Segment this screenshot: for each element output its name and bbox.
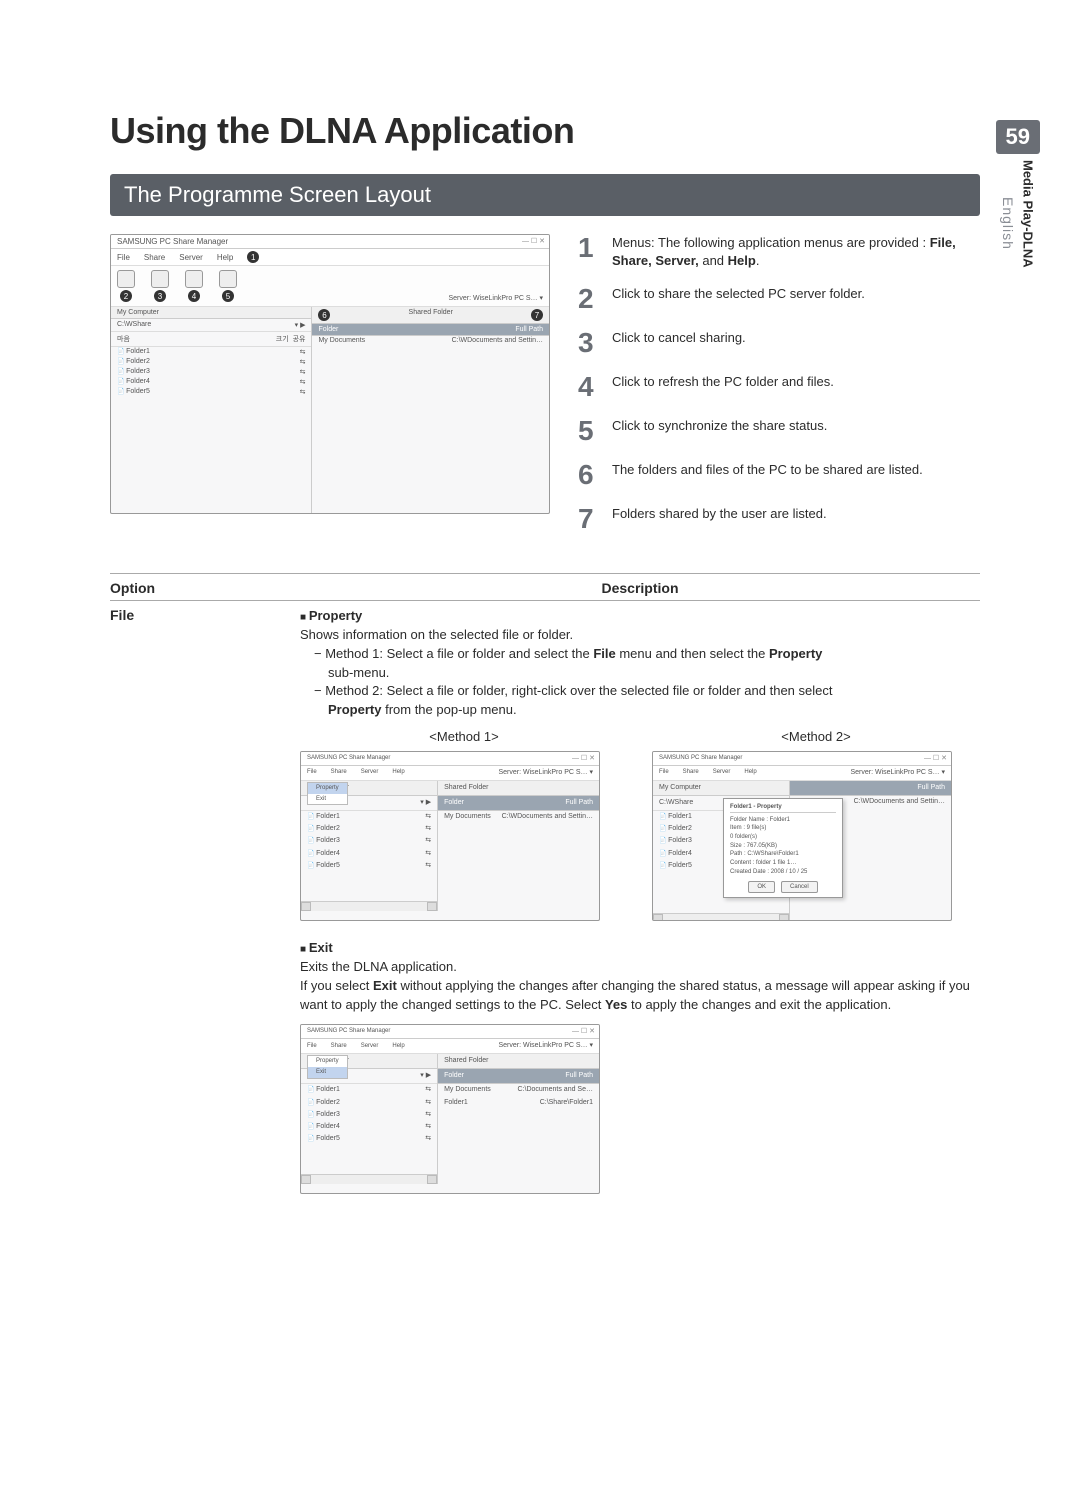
popup-ok-button: OK (748, 881, 775, 894)
callout-number: 2 (578, 285, 600, 313)
callout-badge-4: 4 (188, 290, 200, 302)
file-menu-dropdown: Property Exit (307, 1055, 348, 1078)
property-method-1: − Method 1: Select a file or folder and … (300, 645, 980, 664)
share-icon (117, 270, 135, 288)
callout-number: 1 (578, 234, 600, 269)
folder-row: Folder5 (117, 388, 150, 396)
callout-badge-5: 5 (222, 290, 234, 302)
shared-folder-path: C:\WDocuments and Settin… (452, 337, 543, 344)
method1-label: <Method 1> (300, 728, 628, 747)
callout-number: 3 (578, 329, 600, 357)
file-menu-dropdown: Property Exit (307, 782, 348, 805)
window-controls-icon: — ☐ ✕ (522, 237, 545, 245)
popup-cancel-button: Cancel (781, 881, 818, 894)
folder-row: Folder3 (117, 368, 150, 376)
dropdown-item-property: Property (308, 783, 347, 794)
callout-text: Click to synchronize the share status. (612, 417, 827, 445)
property-method-2: − Method 2: Select a file or folder, rig… (300, 682, 980, 701)
left-col-size: 크기 (276, 336, 289, 343)
screenshot-method1: SAMSUNG PC Share Manager— ☐ ✕ File Share… (300, 751, 600, 921)
property-popup: Folder1 - Property Folder Name : Folder1… (723, 798, 843, 898)
callout-text: Menus: The following application menus a… (612, 234, 980, 269)
screenshot-main: SAMSUNG PC Share Manager — ☐ ✕ File Shar… (110, 234, 550, 514)
page-title: Using the DLNA Application (110, 110, 980, 152)
right-col-path: Full Path (515, 326, 543, 333)
sync-icon (219, 270, 237, 288)
exit-line2: If you select Exit without applying the … (300, 977, 980, 1015)
property-line: Shows information on the selected file o… (300, 626, 980, 645)
left-col-share: 공유 (293, 336, 306, 343)
callout-text: Click to refresh the PC folder and files… (612, 373, 834, 401)
folder-row: Folder4 (117, 378, 150, 386)
callout-text: Folders shared by the user are listed. (612, 505, 827, 533)
property-heading: Property (309, 608, 362, 623)
option-header: Option (110, 580, 300, 596)
popup-title: Folder1 - Property (730, 803, 836, 813)
section-heading: The Programme Screen Layout (110, 174, 980, 216)
callout-number: 5 (578, 417, 600, 445)
exit-line1: Exits the DLNA application. (300, 958, 980, 977)
callout-text: Click to cancel sharing. (612, 329, 746, 357)
unshare-icon (151, 270, 169, 288)
menu-server: Server (179, 253, 203, 262)
screenshot-method2: SAMSUNG PC Share Manager— ☐ ✕ File Share… (652, 751, 952, 921)
window-controls-icon: — ☐ ✕ (572, 754, 595, 764)
right-col-folder: Folder (318, 326, 338, 333)
callout-text: Click to share the selected PC server fo… (612, 285, 865, 313)
callout-badge-6: 6 (318, 309, 330, 321)
menu-share: Share (144, 253, 165, 262)
menu-help: Help (217, 253, 233, 262)
server-value: WiseLinkPro PC S… ▾ (473, 295, 543, 302)
callout-badge-1: 1 (247, 251, 259, 263)
right-pane-header: Shared Folder (409, 309, 453, 321)
callouts: 1 Menus: The following application menus… (578, 234, 980, 549)
window-title: SAMSUNG PC Share Manager (117, 237, 228, 246)
screenshot-exit: SAMSUNG PC Share Manager— ☐ ✕ File Share… (300, 1024, 600, 1194)
callout-badge-2: 2 (120, 290, 132, 302)
left-pane-header: My Computer (117, 309, 159, 316)
window-controls-icon: — ☐ ✕ (572, 1027, 595, 1037)
folder-row: Folder1 (117, 348, 150, 356)
dropdown-item-property: Property (308, 1056, 347, 1067)
callout-number: 7 (578, 505, 600, 533)
folder-row: Folder2 (117, 358, 150, 366)
popup-right-col: Full Path (917, 783, 945, 793)
exit-heading: Exit (309, 940, 333, 955)
left-path: C:\WShare (117, 321, 151, 329)
shared-folder-name: My Documents (318, 337, 365, 344)
left-col-name: 마음 (117, 334, 130, 344)
refresh-icon (185, 270, 203, 288)
callout-number: 4 (578, 373, 600, 401)
dropdown-item-exit: Exit (308, 794, 347, 805)
callout-number: 6 (578, 461, 600, 489)
menu-file: File (117, 253, 130, 262)
callout-badge-7: 7 (531, 309, 543, 321)
go-icon: ▾ ▶ (295, 321, 306, 329)
callout-badge-3: 3 (154, 290, 166, 302)
method2-label: <Method 2> (652, 728, 980, 747)
callout-text: The folders and files of the PC to be sh… (612, 461, 923, 489)
description-header: Description (300, 580, 980, 596)
dropdown-item-exit: Exit (308, 1067, 347, 1078)
option-row-label: File (110, 607, 300, 1194)
window-controls-icon: — ☐ ✕ (924, 754, 947, 764)
server-label: Server: (448, 295, 471, 302)
